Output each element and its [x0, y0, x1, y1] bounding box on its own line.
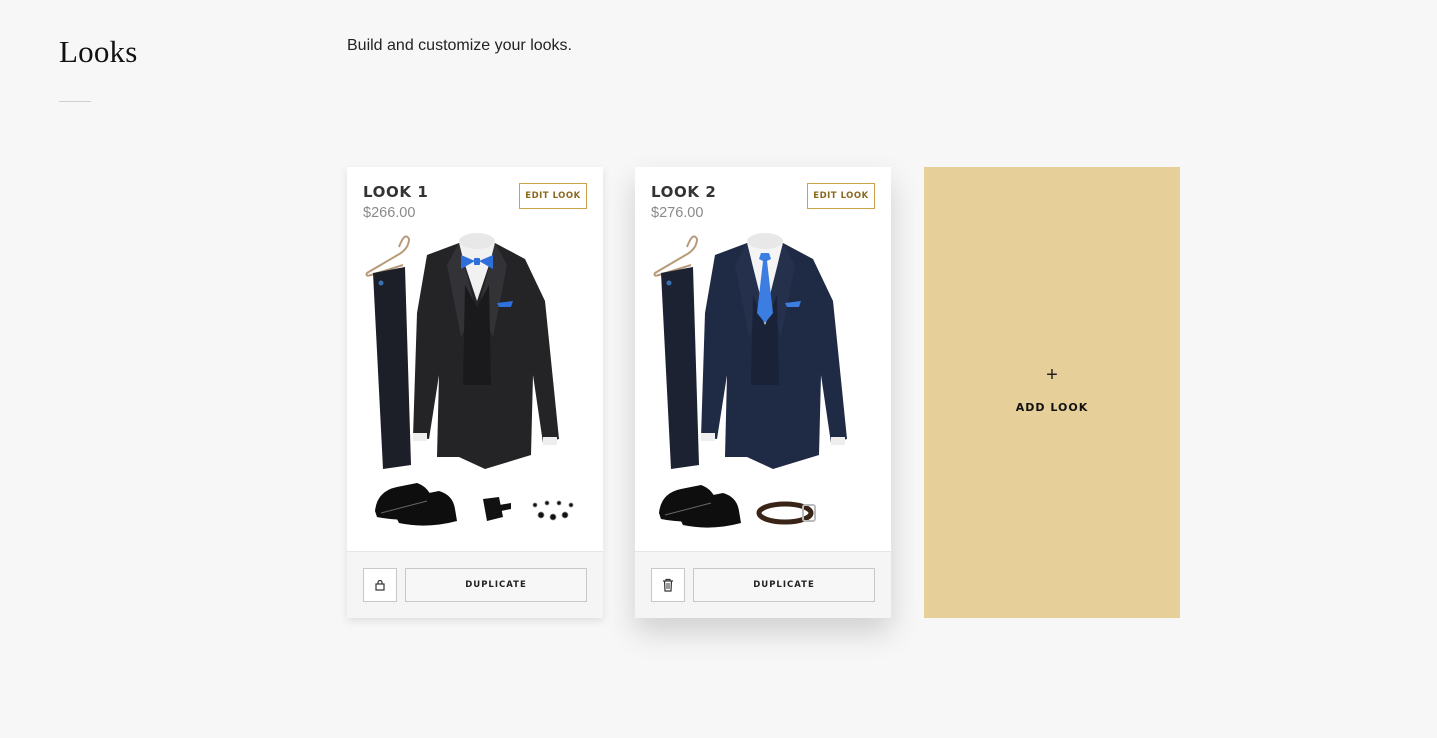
dress-shoes-icon: [659, 485, 741, 528]
outfit-image: [653, 233, 847, 528]
page-title: Looks: [59, 34, 138, 69]
outfit-image: [365, 233, 574, 526]
card-footer: DUPLICATE: [347, 551, 603, 618]
trousers: [373, 267, 411, 469]
edit-look-button[interactable]: EDIT LOOK: [807, 183, 875, 209]
duplicate-button[interactable]: DUPLICATE: [693, 568, 875, 602]
look-name: LOOK 2: [651, 183, 717, 201]
duplicate-button[interactable]: DUPLICATE: [405, 568, 587, 602]
add-look-card[interactable]: + ADD LOOK: [924, 167, 1180, 618]
look-price: $266.00: [363, 205, 416, 221]
lock-icon: [375, 579, 385, 591]
look-card-2: LOOK 2 $276.00 EDIT LOOK DUPLICATE: [635, 167, 891, 618]
title-divider: [59, 101, 91, 102]
edit-look-button[interactable]: EDIT LOOK: [519, 183, 587, 209]
card-footer: DUPLICATE: [635, 551, 891, 618]
delete-button[interactable]: [651, 568, 685, 602]
belt-icon: [756, 501, 816, 525]
look-price: $276.00: [651, 205, 704, 221]
look-name: LOOK 1: [363, 183, 429, 201]
lock-button[interactable]: [363, 568, 397, 602]
dress-shoes-icon: [375, 483, 457, 526]
trash-icon: [663, 578, 673, 592]
add-look-label: ADD LOOK: [1015, 401, 1089, 414]
cummerbund-icon: [483, 497, 511, 521]
look-card-1: LOOK 1 $266.00 EDIT LOOK DUPLICATE: [347, 167, 603, 618]
cufflinks-icon: [532, 500, 574, 521]
page-subtitle: Build and customize your looks.: [347, 37, 572, 54]
trousers: [661, 267, 699, 469]
plus-icon: +: [1046, 364, 1058, 386]
